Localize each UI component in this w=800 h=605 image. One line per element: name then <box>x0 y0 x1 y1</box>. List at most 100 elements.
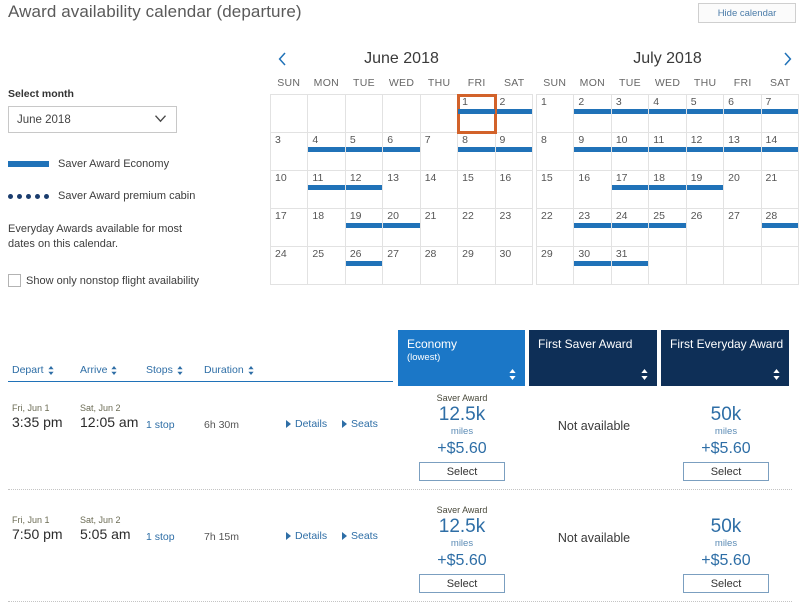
calendar-day-cell[interactable]: 18 <box>308 209 346 247</box>
details-link[interactable]: Details <box>286 418 327 430</box>
fare-column-economy[interactable]: Economy (lowest) <box>398 330 525 386</box>
calendar-day-cell[interactable]: 30 <box>495 247 533 285</box>
calendar-day-cell[interactable]: 13 <box>383 171 421 209</box>
calendar-day-cell[interactable]: 26 <box>686 209 725 247</box>
select-button[interactable]: Select <box>683 462 769 481</box>
fare-column-first-everyday-award[interactable]: First Everyday Award <box>661 330 789 386</box>
calendar-day-cell[interactable]: 4 <box>308 133 346 171</box>
details-link[interactable]: Details <box>286 530 327 542</box>
calendar-day-cell[interactable]: 31 <box>611 247 650 285</box>
calendar-week: 8 9 10 11 12 13 14 <box>537 133 799 171</box>
table-row: Fri, Jun 1 3:35 pm Sat, Jun 2 12:05 am 1 sto… <box>0 388 800 493</box>
fare-column-title: First Everyday Award <box>670 337 784 351</box>
sort-icon[interactable] <box>509 369 516 380</box>
nonstop-filter-row[interactable]: Show only nonstop flight availability <box>8 274 265 287</box>
calendar-day-cell[interactable]: 21 <box>420 209 459 247</box>
calendar-day-cell[interactable]: 25 <box>308 247 346 285</box>
calendar-day-cell[interactable]: 24 <box>271 247 309 285</box>
sort-icon[interactable] <box>111 365 118 375</box>
calendar-day-cell[interactable]: 11 <box>649 133 687 171</box>
calendar-day-cell[interactable]: 25 <box>649 209 687 247</box>
seats-link[interactable]: Seats <box>342 418 378 430</box>
sort-icon[interactable] <box>248 365 254 375</box>
calendar-day-cell[interactable]: 8 <box>537 133 575 171</box>
miles-amount: 12.5k <box>438 404 486 425</box>
calendar-day-cell[interactable]: 22 <box>458 209 496 247</box>
calendar-day-cell[interactable]: 14 <box>761 133 799 171</box>
calendar-day-cell[interactable]: 23 <box>495 209 533 247</box>
calendar-day-cell[interactable]: 16 <box>495 171 533 209</box>
calendar-day-cell[interactable]: 8 <box>458 133 496 171</box>
calendar-day-cell[interactable]: 10 <box>611 133 650 171</box>
calendar-day-cell[interactable]: 18 <box>649 171 687 209</box>
calendar-dow-row: SUN MON TUE WED THU FRI SAT <box>536 72 799 94</box>
next-month-button[interactable] <box>777 48 797 70</box>
calendar-day-cell[interactable]: 15 <box>537 171 575 209</box>
sort-icon[interactable] <box>47 365 54 375</box>
calendar-day-cell[interactable]: 12 <box>686 133 725 171</box>
select-button[interactable]: Select <box>683 574 769 593</box>
dow-label: THU <box>693 77 717 89</box>
month-select-dropdown[interactable]: June 2018 <box>8 106 177 133</box>
calendar-day-cell[interactable]: 21 <box>761 171 799 209</box>
calendar-day-cell[interactable]: 14 <box>420 171 459 209</box>
seats-link[interactable]: Seats <box>342 530 378 542</box>
calendar-day-cell[interactable]: 22 <box>537 209 575 247</box>
calendar-day-cell[interactable]: 12 <box>345 171 384 209</box>
stops-link[interactable]: 1 stop <box>146 419 175 431</box>
calendar-day-cell[interactable]: 1 <box>537 95 575 133</box>
calendar-day-cell[interactable]: 29 <box>458 247 496 285</box>
calendar-day-cell[interactable]: 27 <box>724 209 762 247</box>
calendar-day-number: 8 <box>462 134 468 146</box>
calendar-day-cell[interactable]: 20 <box>724 171 762 209</box>
calendar-day-cell[interactable]: 9 <box>574 133 612 171</box>
sort-icon[interactable] <box>177 365 183 375</box>
calendar-day-cell[interactable]: 2 <box>574 95 612 133</box>
sort-icon[interactable] <box>773 369 780 380</box>
calendar-day-cell[interactable]: 26 <box>345 247 384 285</box>
nonstop-checkbox[interactable] <box>8 274 21 287</box>
sort-icon[interactable] <box>641 369 648 380</box>
calendar-day-cell[interactable]: 7 <box>420 133 459 171</box>
column-header-arrive[interactable]: Arrive <box>80 364 118 376</box>
calendar-day-cell[interactable]: 3 <box>271 133 309 171</box>
calendar-day-cell[interactable]: 28 <box>761 209 799 247</box>
stops-link[interactable]: 1 stop <box>146 531 175 543</box>
calendar-day-cell[interactable]: 11 <box>308 171 346 209</box>
calendar-day-cell[interactable]: 24 <box>611 209 650 247</box>
calendar-day-cell[interactable]: 2 <box>495 95 533 133</box>
select-button[interactable]: Select <box>419 462 505 481</box>
calendar-day-cell[interactable]: 4 <box>649 95 687 133</box>
calendar-day-cell[interactable]: 6 <box>383 133 421 171</box>
calendar-day-cell[interactable]: 20 <box>383 209 421 247</box>
calendar-day-cell[interactable]: 6 <box>724 95 762 133</box>
calendar-day-cell[interactable]: 16 <box>574 171 612 209</box>
calendar-day-cell[interactable]: 10 <box>271 171 309 209</box>
calendar-day-cell[interactable]: 1 <box>457 94 497 134</box>
calendar-day-cell[interactable]: 3 <box>611 95 650 133</box>
calendar-day-cell[interactable]: 17 <box>611 171 650 209</box>
calendar-day-cell[interactable]: 5 <box>345 133 384 171</box>
calendar-day-cell[interactable]: 7 <box>761 95 799 133</box>
select-button[interactable]: Select <box>419 574 505 593</box>
calendar-day-cell[interactable]: 19 <box>686 171 725 209</box>
column-header-depart[interactable]: Depart <box>12 364 54 376</box>
calendar-day-cell[interactable]: 13 <box>724 133 762 171</box>
fare-column-first-saver-award[interactable]: First Saver Award <box>529 330 657 386</box>
prev-month-button[interactable] <box>272 48 292 70</box>
column-header-duration[interactable]: Duration <box>204 364 254 376</box>
calendar-day-cell[interactable]: 9 <box>495 133 533 171</box>
column-header-stops[interactable]: Stops <box>146 364 183 376</box>
calendar-day-cell[interactable]: 28 <box>420 247 459 285</box>
calendar-day-cell[interactable]: 23 <box>574 209 612 247</box>
calendar-empty-cell <box>420 95 459 133</box>
calendar-day-cell[interactable]: 30 <box>574 247 612 285</box>
calendar-day-cell[interactable]: 19 <box>345 209 384 247</box>
calendar-day-cell[interactable]: 29 <box>537 247 575 285</box>
calendar-day-cell[interactable]: 17 <box>271 209 309 247</box>
calendar-day-number: 3 <box>275 134 281 146</box>
hide-calendar-button[interactable]: Hide calendar <box>698 3 796 23</box>
calendar-day-cell[interactable]: 15 <box>458 171 496 209</box>
calendar-day-cell[interactable]: 27 <box>383 247 421 285</box>
calendar-day-cell[interactable]: 5 <box>686 95 725 133</box>
